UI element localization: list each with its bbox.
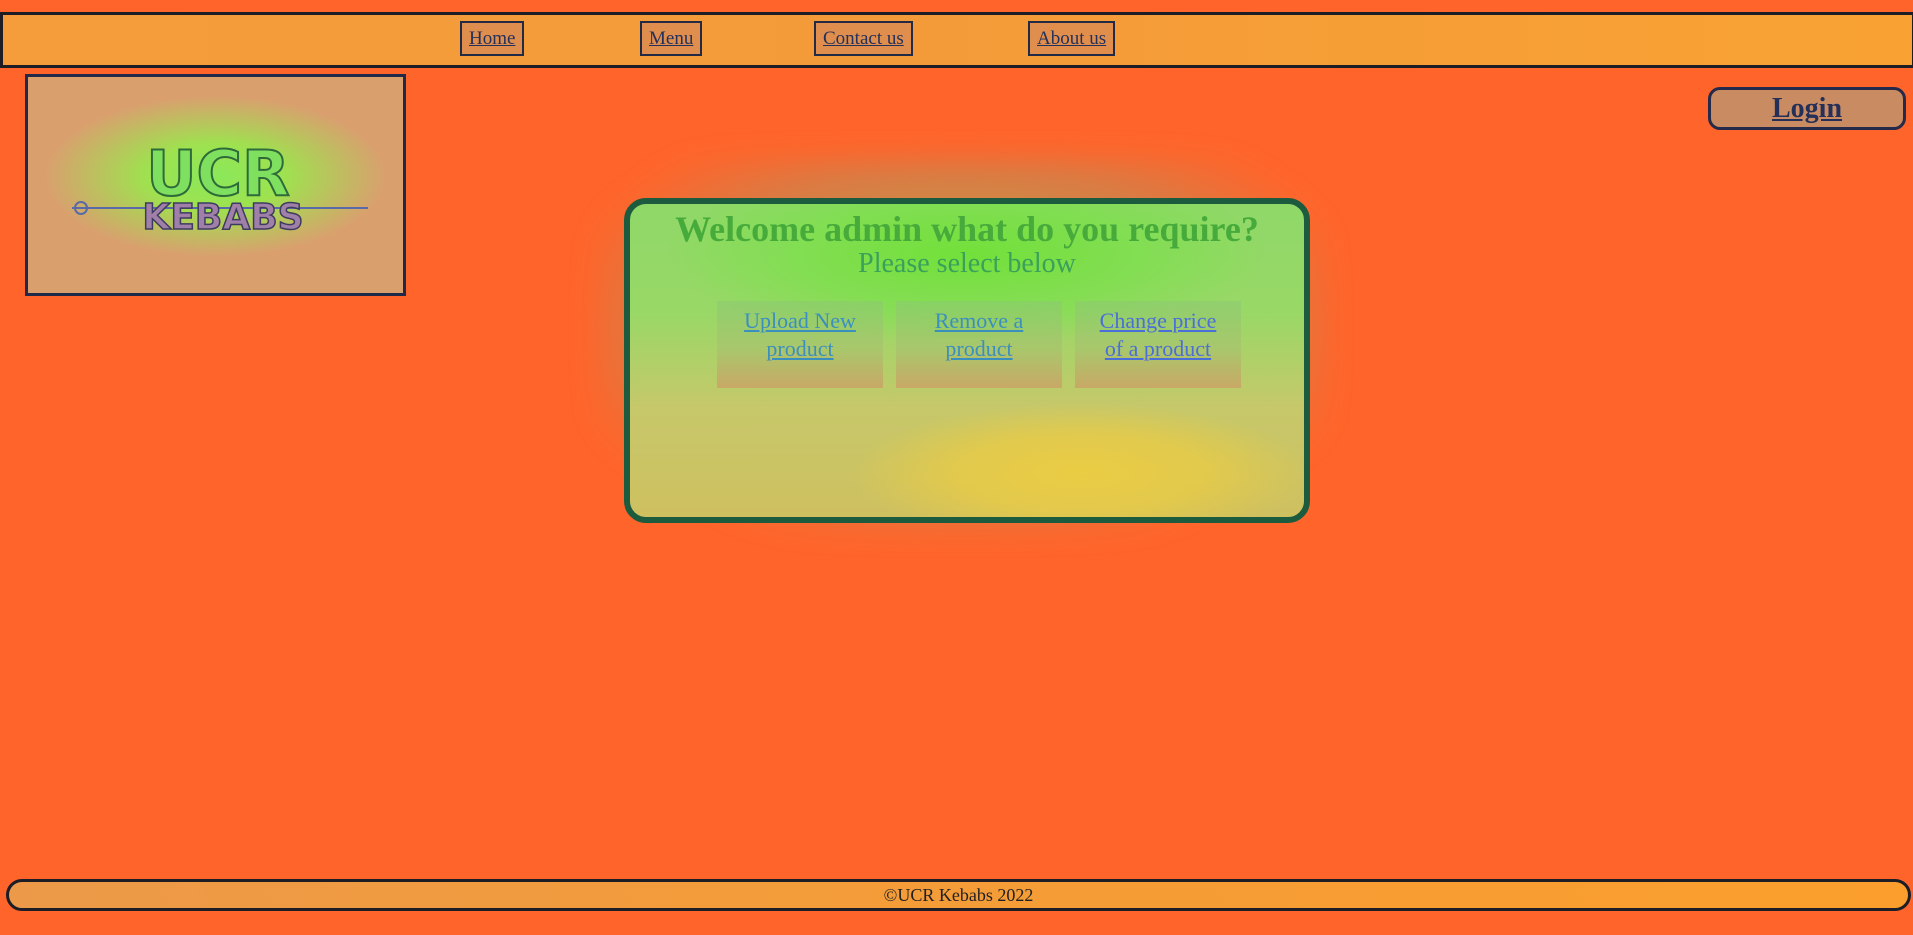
remove-product-button[interactable]: Remove a product xyxy=(896,301,1062,388)
nav-link-contact-us[interactable]: Contact us xyxy=(814,21,913,56)
nav-link-home[interactable]: Home xyxy=(460,21,525,56)
upload-new-product-label-line1: Upload New xyxy=(744,308,856,333)
change-product-price-label-line2: of a product xyxy=(1104,336,1212,361)
upload-new-product-button[interactable]: Upload New product xyxy=(717,301,883,388)
copyright-text: ©UCR Kebabs 2022 xyxy=(883,884,1034,905)
change-product-price-button[interactable]: Change price of a product xyxy=(1075,301,1241,388)
remove-product-label-line1: Remove a xyxy=(934,308,1024,333)
admin-welcome-title: Welcome admin what do you require? xyxy=(675,209,1259,249)
login-button[interactable]: Login xyxy=(1708,87,1906,130)
top-navigation-bar: Home Menu Contact us About us xyxy=(0,12,1913,68)
footer: ©UCR Kebabs 2022 xyxy=(6,879,1911,911)
admin-instruction-subtitle: Please select below xyxy=(858,248,1076,279)
nav-link-about-us[interactable]: About us xyxy=(1028,21,1116,56)
logo: UCR KEBABS xyxy=(25,74,406,296)
change-product-price-label-line1: Change price xyxy=(1099,308,1217,333)
nav-link-menu[interactable]: Menu xyxy=(640,21,703,56)
upload-new-product-label-line2: product xyxy=(766,336,834,361)
remove-product-label-line2: product xyxy=(945,336,1013,361)
ucr-kebabs-logo-image: UCR KEBABS xyxy=(72,136,368,239)
svg-text:KEBABS: KEBABS xyxy=(142,197,303,238)
admin-panel: Welcome admin what do you require? Pleas… xyxy=(624,198,1310,523)
